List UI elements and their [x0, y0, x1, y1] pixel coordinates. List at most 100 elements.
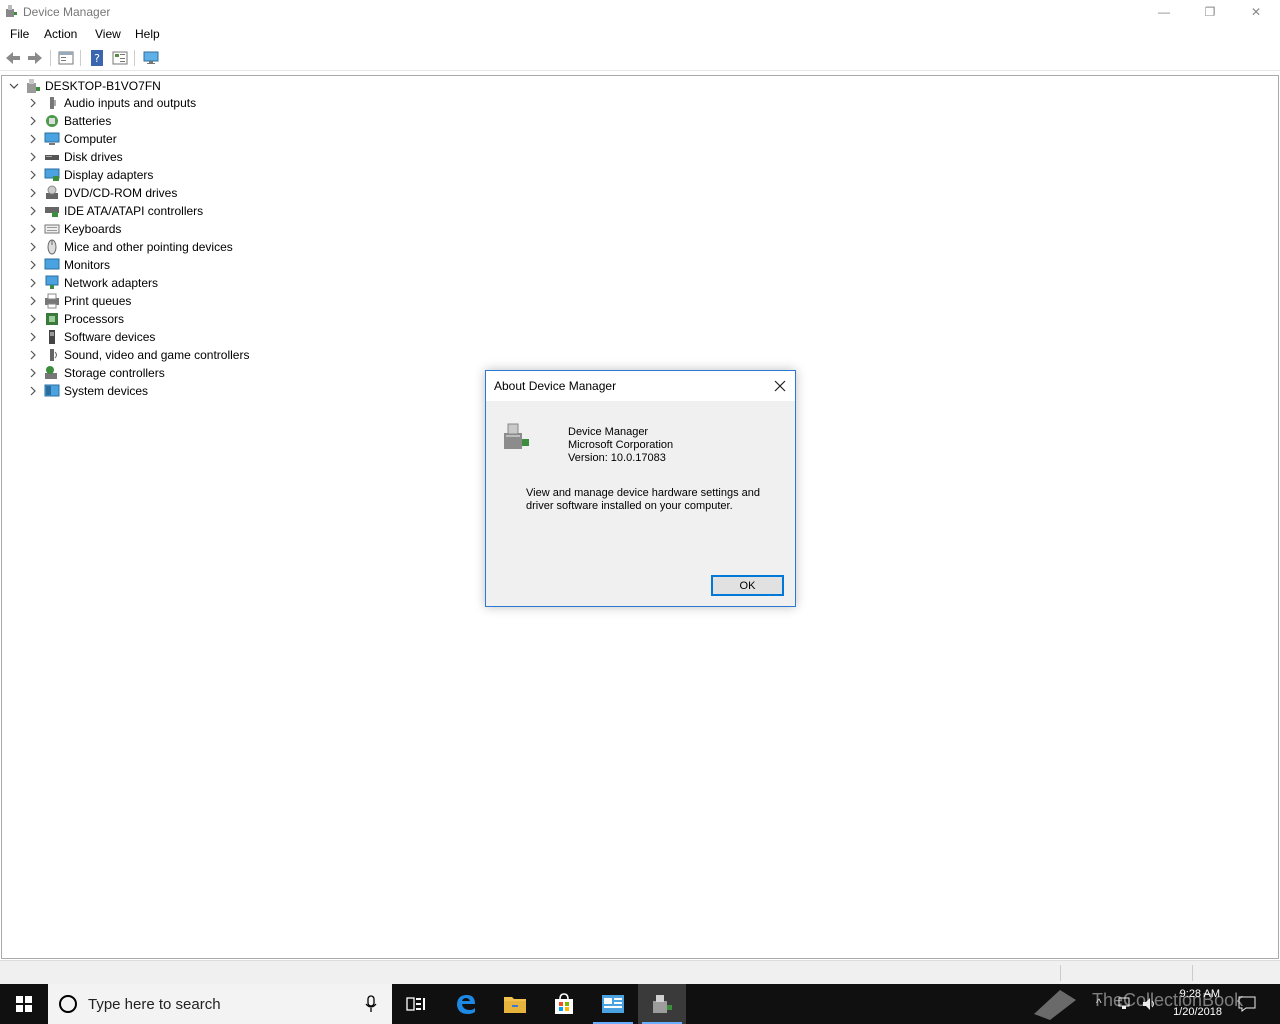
toolbar-separator	[134, 50, 135, 66]
chevron-right-icon[interactable]	[28, 296, 38, 306]
microphone-icon[interactable]	[364, 995, 378, 1013]
dialog-close-button[interactable]	[771, 377, 789, 395]
chevron-right-icon[interactable]	[28, 350, 38, 360]
chevron-right-icon[interactable]	[28, 386, 38, 396]
tree-node[interactable]: IDE ATA/ATAPI controllers	[2, 202, 322, 220]
chevron-right-icon[interactable]	[28, 188, 38, 198]
task-view-button[interactable]	[392, 984, 440, 1024]
restore-button[interactable]: ❐	[1187, 0, 1233, 23]
chevron-up-icon[interactable]: ^	[1096, 996, 1102, 1010]
taskbar: Type here to search TheCollectionBook ^ …	[0, 984, 1280, 1024]
chevron-right-icon[interactable]	[28, 152, 38, 162]
tree-node[interactable]: System devices	[2, 382, 322, 400]
tree-node[interactable]: Disk drives	[2, 148, 322, 166]
dialog-description: View and manage device hardware settings…	[526, 487, 761, 512]
tree-node[interactable]: Network adapters	[2, 274, 322, 292]
monitor-scan-icon	[143, 51, 159, 64]
tree-node-label: Sound, video and game controllers	[64, 348, 250, 362]
tree-node-label: Batteries	[64, 114, 112, 128]
forward-icon	[28, 52, 42, 64]
tree-node-label: Keyboards	[64, 222, 122, 236]
system-device-icon	[44, 384, 60, 397]
tree-node-label: Computer	[64, 132, 117, 146]
tree-node[interactable]: Monitors	[2, 256, 322, 274]
tree-node-label: Processors	[64, 312, 125, 326]
device-manager-taskbar-icon	[653, 995, 672, 1013]
tree-node[interactable]: Sound, video and game controllers	[2, 346, 322, 364]
close-window-button[interactable]: ✕	[1233, 0, 1279, 23]
volume-icon[interactable]	[1141, 996, 1159, 1012]
toolbar-separator	[80, 50, 81, 66]
chevron-down-icon[interactable]	[9, 81, 19, 91]
chevron-right-icon[interactable]	[28, 98, 38, 108]
taskbar-file-explorer[interactable]	[491, 984, 539, 1024]
taskbar-edge[interactable]	[442, 984, 490, 1024]
tree-node[interactable]: Computer	[2, 130, 322, 148]
tree-node[interactable]: Print queues	[2, 292, 322, 310]
tree-node[interactable]: Keyboards	[2, 220, 322, 238]
tree-node[interactable]: DVD/CD-ROM drives	[2, 184, 322, 202]
taskbar-store[interactable]	[540, 984, 588, 1024]
chevron-right-icon[interactable]	[28, 224, 38, 234]
tree-node[interactable]: Storage controllers	[2, 364, 322, 382]
version-text: Version: 10.0.17083	[568, 452, 666, 464]
minimize-button[interactable]: —	[1141, 0, 1187, 23]
tree-node-label: Print queues	[64, 294, 132, 308]
book-watermark-icon	[1034, 990, 1076, 1020]
menu-help[interactable]: Help	[135, 27, 160, 41]
windows-logo-icon	[16, 996, 32, 1012]
menu-view[interactable]: View	[95, 27, 121, 41]
properties-button[interactable]	[57, 49, 75, 67]
chevron-right-icon[interactable]	[28, 116, 38, 126]
chevron-right-icon[interactable]	[28, 314, 38, 324]
close-icon	[774, 380, 786, 392]
tree-root-node[interactable]: DESKTOP-B1VO7FN	[2, 76, 302, 94]
taskbar-app-window[interactable]	[589, 984, 637, 1024]
notification-center-icon[interactable]	[1238, 996, 1256, 1012]
computer-root-icon	[27, 79, 40, 93]
start-button[interactable]	[0, 984, 48, 1024]
ok-button[interactable]: OK	[711, 575, 784, 596]
chevron-right-icon[interactable]	[28, 134, 38, 144]
network-icon[interactable]	[1117, 996, 1133, 1012]
tree-node[interactable]: Software devices	[2, 328, 322, 346]
printer-icon	[45, 293, 59, 309]
status-bar	[0, 960, 1280, 984]
software-device-icon	[49, 330, 55, 344]
chevron-right-icon[interactable]	[28, 206, 38, 216]
chevron-right-icon[interactable]	[28, 278, 38, 288]
menu-file[interactable]: File	[10, 27, 29, 41]
close-icon: ✕	[1250, 4, 1262, 19]
menu-action[interactable]: Action	[44, 27, 77, 41]
taskbar-search-box[interactable]: Type here to search	[48, 984, 392, 1024]
tree-node[interactable]: Audio inputs and outputs	[2, 94, 322, 112]
chevron-right-icon[interactable]	[28, 260, 38, 270]
mouse-icon	[47, 239, 57, 255]
tree-node-label: Display adapters	[64, 168, 154, 182]
chevron-right-icon[interactable]	[28, 368, 38, 378]
tree-node[interactable]: Batteries	[2, 112, 322, 130]
chevron-right-icon[interactable]	[28, 170, 38, 180]
back-button[interactable]	[4, 49, 22, 67]
device-manager-app-icon	[6, 5, 17, 17]
toolbar-separator	[50, 50, 51, 66]
chevron-right-icon[interactable]	[28, 242, 38, 252]
taskbar-device-manager[interactable]	[638, 984, 686, 1024]
forward-button[interactable]	[26, 49, 44, 67]
search-placeholder: Type here to search	[88, 996, 221, 1013]
clock-date[interactable]: 1/20/2018	[1160, 1006, 1222, 1018]
clock-time[interactable]: 9:28 AM	[1160, 988, 1220, 1000]
display-adapter-icon	[44, 168, 60, 181]
restore-icon: ❐	[1204, 4, 1216, 19]
help-button[interactable]: ?	[88, 49, 106, 67]
tree-node[interactable]: Processors	[2, 310, 322, 328]
details-view-button[interactable]	[111, 49, 129, 67]
scan-hardware-button[interactable]	[142, 49, 160, 67]
keyboard-icon	[44, 224, 60, 234]
tree-node[interactable]: Display adapters	[2, 166, 322, 184]
tree-node[interactable]: Mice and other pointing devices	[2, 238, 322, 256]
battery-icon	[46, 115, 58, 127]
chevron-right-icon[interactable]	[28, 332, 38, 342]
computer-icon	[44, 132, 60, 145]
product-name: Device Manager	[568, 426, 649, 438]
